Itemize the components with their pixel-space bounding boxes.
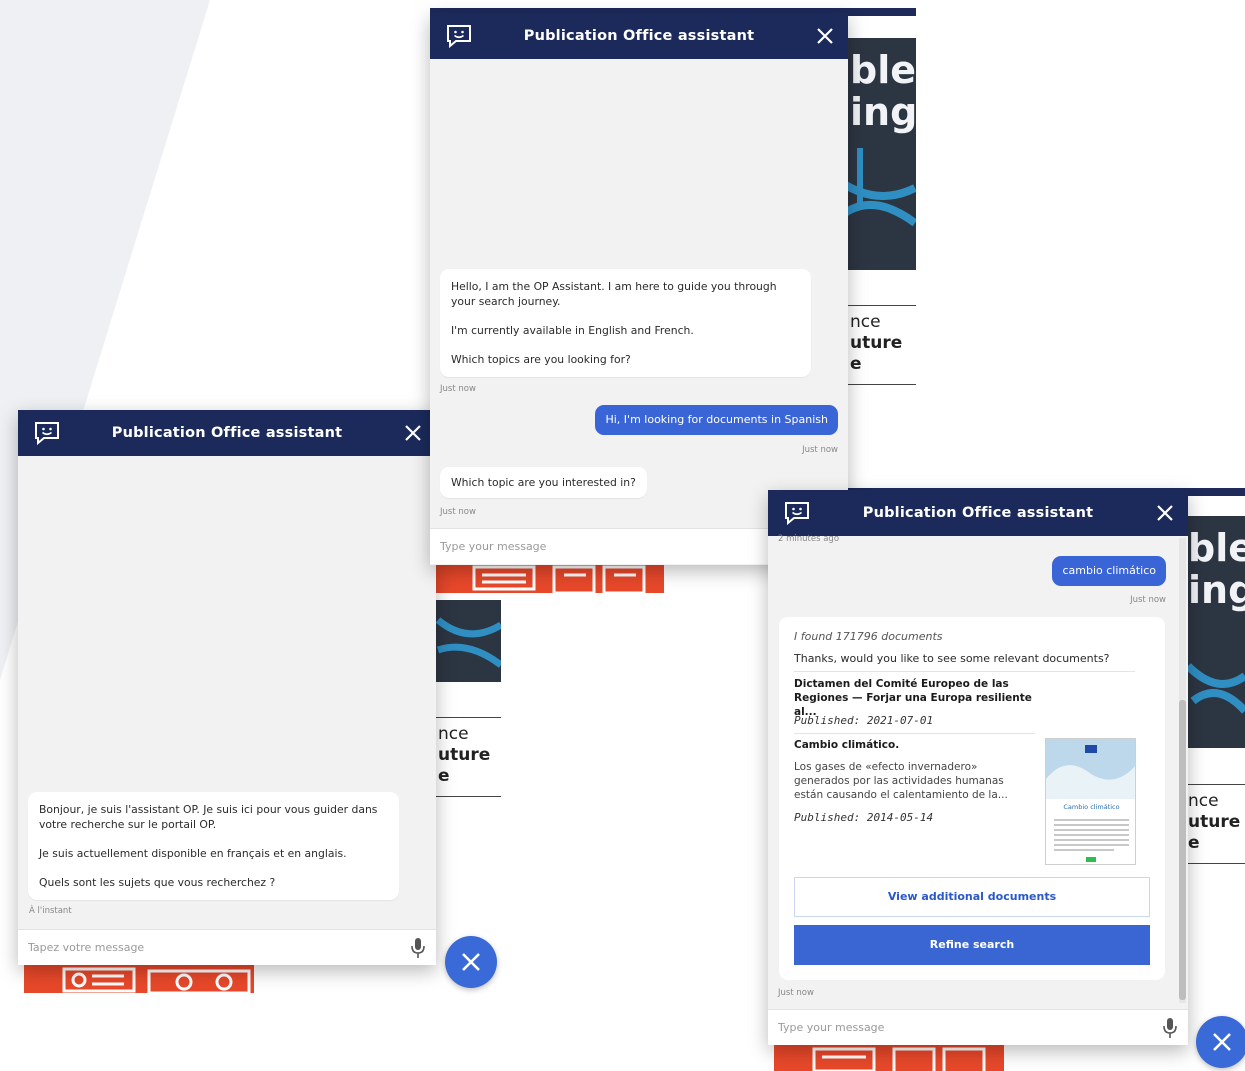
message-input-placeholder: Tapez votre message <box>28 941 145 954</box>
bot-message-p3: Quels sont les sujets que vous recherche… <box>39 876 276 889</box>
bot-message-p2: Je suis actuellement disponible en franç… <box>39 847 347 860</box>
close-icon[interactable] <box>400 420 426 446</box>
chat-header: Publication Office assistant <box>768 490 1188 536</box>
message-input-placeholder: Type your message <box>778 1021 885 1034</box>
tease-right-line-3: e <box>1188 833 1200 853</box>
bot-timestamp: Just now <box>778 988 814 998</box>
close-fab-icon <box>462 953 480 971</box>
bot-message-2: Which topic are you interested in? <box>440 467 647 498</box>
bot-message-p3: Which topics are you looking for? <box>451 353 631 366</box>
divider <box>794 733 1035 734</box>
hero-right-line-2: ing <box>1188 568 1245 612</box>
refine-search-button[interactable]: Refine search <box>794 925 1150 965</box>
scrollbar-thumb[interactable] <box>1179 700 1186 1000</box>
bot-timestamp-2: Just now <box>440 507 476 517</box>
chat-header: Publication Office assistant <box>18 410 436 456</box>
chat-window-en: Publication Office assistant Hello, I am… <box>430 13 848 565</box>
user-timestamp: Just now <box>802 445 838 455</box>
chat-face-icon <box>447 25 471 48</box>
microphone-icon[interactable] <box>1162 1017 1178 1039</box>
hero-right-line-1: ble <box>1188 526 1245 570</box>
user-message: cambio climático <box>1052 556 1166 586</box>
bot-message-p2: I'm currently available in English and F… <box>451 324 694 337</box>
message-input[interactable]: Tapez votre message <box>18 929 436 965</box>
close-fab-button[interactable] <box>1196 1016 1245 1068</box>
tease-left-line-2: uture <box>438 745 491 765</box>
doc-1-title[interactable]: Dictamen del Comité Europeo de las Regio… <box>794 677 1049 719</box>
close-icon[interactable] <box>812 23 838 49</box>
earlier-timestamp: 2 minutes ago <box>778 534 840 544</box>
tease-line-3: e <box>850 354 862 374</box>
search-result-card: I found 171796 documents Thanks, would y… <box>779 617 1165 980</box>
doc-2-published: Published: 2014-05-14 <box>794 811 934 824</box>
tease-line-2: uture <box>850 333 903 353</box>
chat-title: Publication Office assistant <box>862 505 1094 521</box>
tease-right-line-2: uture <box>1188 812 1241 832</box>
message-input[interactable]: Type your message <box>768 1009 1188 1045</box>
tease-left-line-3: e <box>438 766 450 786</box>
thumbnail-image <box>1046 739 1135 862</box>
doc-2-thumbnail[interactable]: Cambio climático <box>1045 738 1136 865</box>
microphone-icon[interactable] <box>410 937 426 959</box>
view-additional-documents-button[interactable]: View additional documents <box>794 877 1150 917</box>
bot-message: Hello, I am the OP Assistant. I am here … <box>440 269 811 377</box>
chat-face-icon <box>785 502 809 525</box>
user-message: Hi, I'm looking for documents in Spanish <box>595 405 838 435</box>
thumbnail-caption: Cambio climático <box>1063 803 1120 811</box>
close-fab-button[interactable] <box>445 936 497 988</box>
orange-glyphs <box>472 565 646 593</box>
chat-header: Publication Office assistant <box>430 13 848 59</box>
divider <box>794 671 1135 672</box>
close-fab-icon <box>1213 1033 1231 1051</box>
tease-right-line-1: nce <box>1188 791 1219 811</box>
bot-message-p1: Bonjour, je suis l'assistant OP. Je suis… <box>39 803 378 831</box>
result-count: I found 171796 documents <box>794 630 943 643</box>
chat-window-fr: Publication Office assistant Bonjour, je… <box>18 410 436 965</box>
bot-message: Bonjour, je suis l'assistant OP. Je suis… <box>28 792 399 900</box>
orange-banner-right <box>774 1045 1004 1071</box>
chat-title: Publication Office assistant <box>523 28 755 44</box>
chat-title: Publication Office assistant <box>111 425 343 441</box>
orange-glyphs-left <box>62 967 251 993</box>
close-icon[interactable] <box>1152 500 1178 526</box>
doc-2-description: Los gases de «efecto invernadero» genera… <box>794 761 1008 801</box>
hero-line-2: ing <box>850 90 916 134</box>
tease-line-1: nce <box>850 312 881 332</box>
chat-window-search: Publication Office assistant 2 minutes a… <box>768 490 1188 1045</box>
message-input-placeholder: Type your message <box>440 540 547 553</box>
doc-1-published: Published: 2021-07-01 <box>794 714 934 727</box>
tease-left-line-1: nce <box>438 724 469 744</box>
bot-message-p1: Hello, I am the OP Assistant. I am here … <box>451 280 777 308</box>
bot-timestamp: Just now <box>440 384 476 394</box>
chat-face-icon <box>35 422 59 445</box>
result-prompt: Thanks, would you like to see some relev… <box>794 652 1110 665</box>
orange-glyphs-right <box>812 1047 986 1071</box>
orange-banner-left <box>24 965 254 993</box>
bot-timestamp: À l'instant <box>29 906 72 916</box>
user-timestamp: Just now <box>1130 595 1166 605</box>
doc-2-title[interactable]: Cambio climático. <box>794 738 899 752</box>
hero-line-1: ble <box>850 48 916 92</box>
orange-banner-top <box>434 563 664 593</box>
